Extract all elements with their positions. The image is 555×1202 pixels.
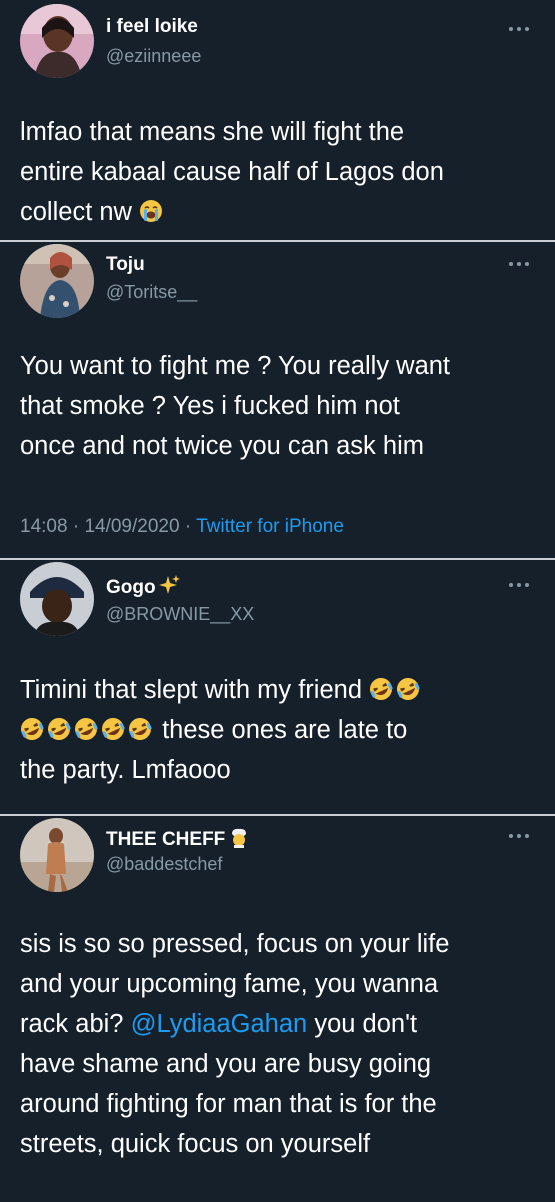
tweet-line: You want to fight me ? You really want <box>20 352 451 380</box>
tweet-line: have shame and you are busy going <box>20 1050 432 1078</box>
tweet-text: You want to fight me ? You really want t… <box>20 346 535 466</box>
avatar[interactable] <box>20 244 94 318</box>
username-handle[interactable]: @baddestchef <box>106 854 222 875</box>
rolling-on-floor-laughing-icon <box>370 678 393 700</box>
tweet-4: THEE CHEFF @baddestchef sis is so so pre… <box>0 816 555 1202</box>
display-name[interactable]: Toju <box>106 254 145 276</box>
tweet-2: Toju @Toritse__ You want to fight me ? Y… <box>0 242 555 560</box>
rolling-on-floor-laughing-icon <box>21 718 44 740</box>
display-name-text: Gogo <box>106 577 156 598</box>
tweet-line: entire kabaal cause half of Lagos don <box>20 158 444 186</box>
tweet-date[interactable]: 14/09/2020 <box>84 516 179 537</box>
tweet-3: Gogo @BROWNIE__XX Timini that slept with… <box>0 560 555 814</box>
tweet-1: i feel loike @eziinneee lmfao that means… <box>0 0 555 240</box>
tweet-line: rack abi? @LydiaaGahan you don't <box>20 1004 535 1044</box>
tweet-time[interactable]: 14:08 <box>20 516 68 537</box>
more-options-icon[interactable] <box>509 27 531 33</box>
tweet-line-text: rack abi? <box>20 1010 124 1038</box>
meta-separator: · <box>72 516 80 537</box>
rolling-on-floor-laughing-icon <box>397 678 420 700</box>
more-options-icon[interactable] <box>509 583 531 589</box>
rolling-on-floor-laughing-icon <box>129 718 152 740</box>
tweet-line: streets, quick focus on yourself <box>20 1130 371 1158</box>
tweet-text: sis is so so pressed, focus on your life… <box>20 924 535 1164</box>
cook-icon <box>232 828 247 848</box>
avatar[interactable] <box>20 4 94 78</box>
tweet-line: lmfao that means she will fight the <box>20 118 405 146</box>
rolling-on-floor-laughing-icon <box>102 718 125 740</box>
tweet-source-link[interactable]: Twitter for iPhone <box>196 516 344 537</box>
avatar[interactable] <box>20 818 94 892</box>
rolling-on-floor-laughing-icon <box>75 718 98 740</box>
rolling-on-floor-laughing-icon <box>48 718 71 740</box>
username-handle[interactable]: @eziinneee <box>106 46 201 67</box>
more-options-icon[interactable] <box>509 262 531 268</box>
tweet-line: Timini that slept with my friend <box>20 670 535 710</box>
tweet-line-text: these ones are late to <box>162 716 408 744</box>
loudly-crying-face-icon <box>140 200 163 222</box>
tweet-metadata: 14:08 · 14/09/2020 · Twitter for iPhone <box>20 516 344 538</box>
tweet-line-text: collect nw <box>20 198 132 226</box>
tweet-line: the party. Lmfaooo <box>20 756 231 784</box>
tweet-line: around fighting for man that is for the <box>20 1090 437 1118</box>
meta-separator: · <box>184 516 192 537</box>
username-handle[interactable]: @BROWNIE__XX <box>106 604 254 625</box>
username-handle[interactable]: @Toritse__ <box>106 282 197 303</box>
avatar[interactable] <box>20 562 94 636</box>
tweet-line: and your upcoming fame, you wanna <box>20 970 439 998</box>
tweet-line-last: collect nw <box>20 192 535 232</box>
display-name[interactable]: Gogo <box>106 574 181 599</box>
tweet-text: Timini that slept with my friend these o… <box>20 670 535 790</box>
mention-link[interactable]: @LydiaaGahan <box>131 1010 308 1038</box>
display-name[interactable]: THEE CHEFF <box>106 826 250 851</box>
tweet-line-text: you don't <box>314 1010 418 1038</box>
more-options-icon[interactable] <box>509 834 531 840</box>
tweet-line: that smoke ? Yes i fucked him not <box>20 392 400 420</box>
display-name-text: THEE CHEFF <box>106 829 226 850</box>
tweet-text: lmfao that means she will fight the enti… <box>20 112 535 232</box>
tweet-line-text: Timini that slept with my friend <box>20 676 362 704</box>
tweet-line: once and not twice you can ask him <box>20 432 424 460</box>
display-name[interactable]: i feel loike <box>106 16 198 38</box>
sparkles-icon <box>158 575 180 594</box>
tweet-line: these ones are late to <box>20 710 535 750</box>
tweet-line: sis is so so pressed, focus on your life <box>20 930 450 958</box>
